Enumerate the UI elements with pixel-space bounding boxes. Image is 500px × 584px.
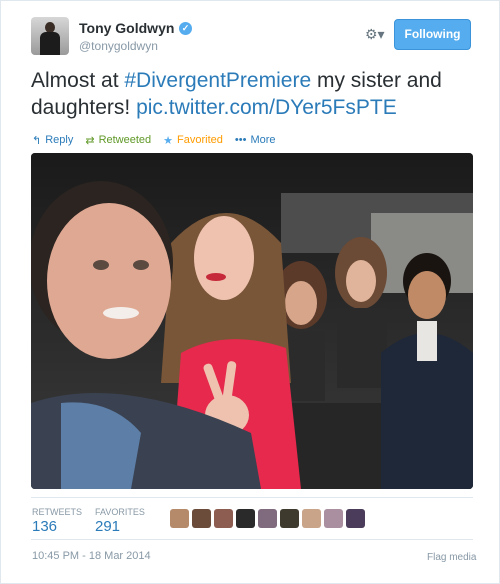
- favoriter-1-avatar[interactable]: [170, 509, 189, 528]
- avatar-body: [40, 32, 60, 55]
- reply-icon: ↰: [32, 134, 42, 147]
- retweets-count[interactable]: 136: [32, 518, 57, 535]
- stats-divider-bottom: [31, 539, 473, 540]
- favorited-label: Favorited: [177, 134, 223, 146]
- tweet-text-lead: Almost at: [31, 69, 125, 92]
- gear-menu-icon[interactable]: ⚙▾: [365, 26, 385, 43]
- favoriter-8-avatar[interactable]: [324, 509, 343, 528]
- reply-button[interactable]: ↰ Reply: [32, 134, 73, 147]
- star-icon: ★: [163, 134, 174, 147]
- tweet-timestamp[interactable]: 10:45 PM - 18 Mar 2014: [32, 550, 151, 562]
- favorites-count[interactable]: 291: [95, 518, 120, 535]
- favoriter-9-avatar[interactable]: [346, 509, 365, 528]
- retweet-icon: ⇄: [85, 134, 95, 147]
- retweeted-button[interactable]: ⇄ Retweeted: [85, 134, 151, 147]
- verified-badge-icon: ✓: [179, 22, 192, 35]
- more-button[interactable]: ••• More: [235, 134, 276, 146]
- tweet-photo[interactable]: [31, 153, 473, 489]
- favoriter-7-avatar[interactable]: [302, 509, 321, 528]
- favoriter-2-avatar[interactable]: [192, 509, 211, 528]
- tweet-text: Almost at #DivergentPremiere my sister a…: [31, 67, 476, 121]
- stats-divider-top: [31, 497, 473, 498]
- tweet-actions: ↰ Reply ⇄ Retweeted ★ Favorited ••• More: [32, 133, 288, 147]
- retweeted-label: Retweeted: [98, 134, 152, 146]
- more-label: More: [250, 134, 276, 146]
- favoriter-5-avatar[interactable]: [258, 509, 277, 528]
- favoriter-6-avatar[interactable]: [280, 509, 299, 528]
- flag-media-link[interactable]: Flag media: [427, 552, 476, 563]
- favoriter-4-avatar[interactable]: [236, 509, 255, 528]
- reply-label: Reply: [45, 134, 74, 146]
- retweets-label: RETWEETS: [32, 507, 83, 517]
- tweet-card: Tony Goldwyn ✓ @tonygoldwyn ⚙▾ Following…: [0, 0, 500, 584]
- author-handle[interactable]: @tonygoldwyn: [79, 39, 158, 53]
- favoriter-3-avatar[interactable]: [214, 509, 233, 528]
- more-icon: •••: [234, 134, 247, 146]
- favorited-button[interactable]: ★ Favorited: [163, 134, 223, 147]
- author-avatar[interactable]: [31, 17, 69, 55]
- hashtag-link[interactable]: #DivergentPremiere: [124, 69, 311, 92]
- pic-link[interactable]: pic.twitter.com/DYer5FsPTE: [136, 96, 397, 119]
- photo-image: [31, 153, 473, 489]
- following-button[interactable]: Following: [394, 19, 471, 50]
- favorites-label: FAVORITES: [95, 507, 145, 517]
- favoriter-avatars: [170, 509, 368, 528]
- author-name[interactable]: Tony Goldwyn: [79, 20, 174, 36]
